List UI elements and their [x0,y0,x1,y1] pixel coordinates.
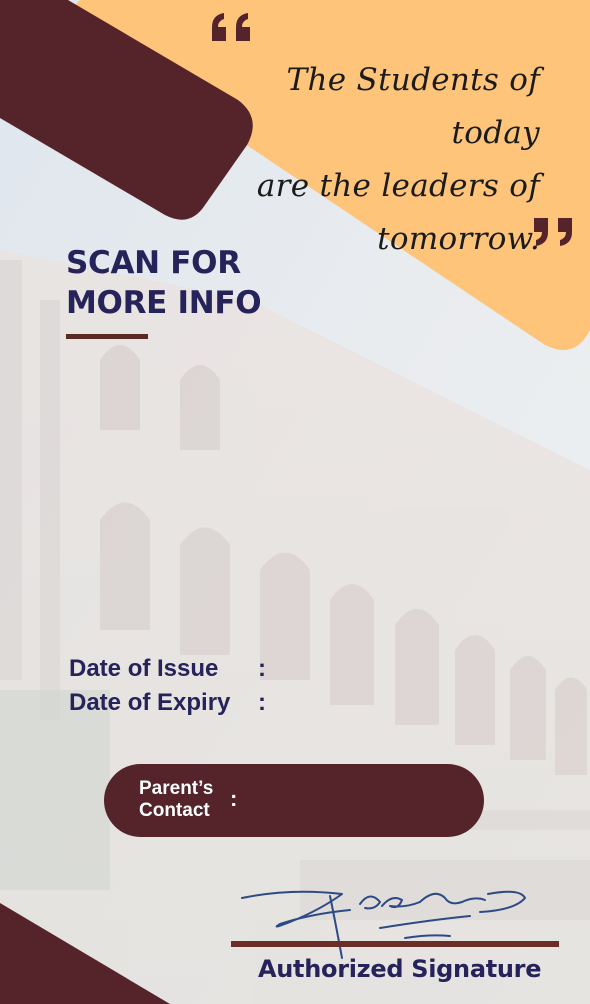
open-quote-icon [212,13,250,41]
quote-text: The Students of today are the leaders of… [220,54,540,266]
scan-heading-line-2: MORE INFO [66,285,262,321]
quote-line-1: The Students of today [286,62,540,151]
date-of-expiry-label: Date of Expiry [69,689,231,716]
parent-contact-label-line-1: Parent’s [139,778,214,799]
parent-contact-label-line-2: Contact [139,800,210,821]
handwritten-signature [241,890,526,959]
date-of-expiry-colon: : [258,689,266,716]
date-of-expiry-row: Date of Expiry: [69,689,266,717]
date-of-issue-row: Date of Issue: [69,655,266,683]
signature-label: Authorized Signature [258,955,542,983]
scan-heading-line-1: SCAN FOR [66,245,241,281]
date-of-issue-colon: : [258,655,266,682]
parent-contact-pill: Parent’s Contact : [104,764,484,837]
scan-heading: SCAN FOR MORE INFO [66,243,286,323]
signature-line [231,941,559,947]
parent-contact-colon: : [230,786,238,811]
quote-line-2: are the leaders of [256,168,540,204]
date-of-issue-label: Date of Issue [69,655,219,682]
scan-underline [66,334,148,339]
parent-contact-label: Parent’s Contact [139,778,229,822]
